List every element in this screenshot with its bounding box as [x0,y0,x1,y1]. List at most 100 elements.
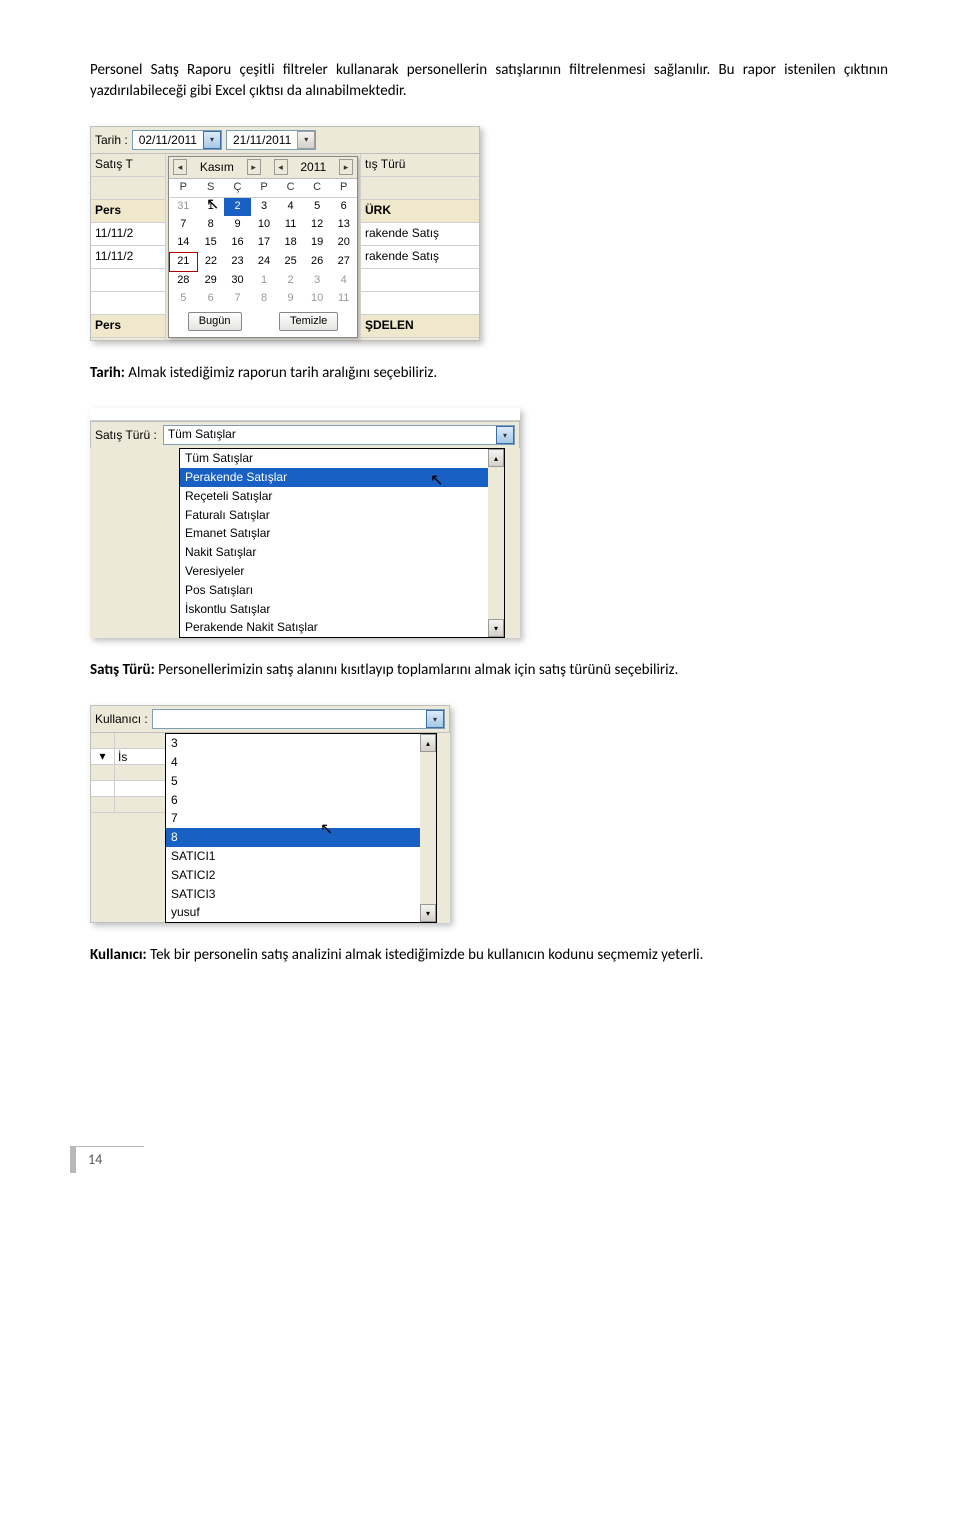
list-item[interactable]: yusuf [166,903,436,922]
scroll-up-icon[interactable]: ▴ [420,734,436,752]
day[interactable]: 15 [197,234,224,253]
day[interactable]: 7 [170,216,198,234]
list-item-selected[interactable]: 8 [166,828,436,847]
list-item[interactable]: Reçeteli Satışlar [180,487,504,506]
list-item[interactable]: SATICI2 [166,866,436,885]
list-item[interactable]: SATICI3 [166,885,436,904]
day[interactable]: 31 [170,197,198,216]
next-year-icon[interactable]: ▸ [339,159,353,175]
day[interactable]: 5 [304,197,331,216]
list-item[interactable]: İskontlu Satışlar [180,600,504,619]
list-item[interactable]: Perakende Nakit Satışlar [180,618,504,637]
list-item[interactable]: 7 [166,809,436,828]
day[interactable]: 13 [330,216,357,234]
list-item[interactable]: Faturalı Satışlar [180,506,504,525]
day[interactable]: 8 [251,290,278,308]
date-to-input[interactable]: 21/11/2011 ▾ [226,130,316,150]
day[interactable]: 6 [330,197,357,216]
list-item[interactable]: Nakit Satışlar [180,543,504,562]
day[interactable]: 22 [197,252,224,271]
day[interactable]: 4 [330,271,357,290]
day[interactable]: 12 [304,216,331,234]
scrollbar[interactable]: ▴ ▾ [420,734,436,922]
date-from-value: 02/11/2011 [133,132,203,149]
date-from-input[interactable]: 02/11/2011 ▾ [132,130,222,150]
scroll-down-icon[interactable]: ▾ [488,619,504,637]
day[interactable]: 27 [330,252,357,271]
day[interactable]: 6 [197,290,224,308]
day[interactable]: 4 [277,197,304,216]
combo-dropdown-icon[interactable]: ▾ [426,710,444,728]
right-cell: ŞDELEN [361,315,479,338]
calendar-popup[interactable]: ◂ Kasım ▸ ◂ 2011 ▸ P S Ç P C C P [168,156,358,338]
is-label: İs [115,749,165,765]
day[interactable]: 30 [224,271,251,290]
satis-turu-dropdown-list[interactable]: Tüm Satışlar Perakende Satışlar Reçeteli… [179,448,505,638]
scrollbar[interactable]: ▴ ▾ [488,449,504,637]
day-today[interactable]: 21 [170,252,198,271]
list-item[interactable]: 5 [166,772,436,791]
right-cell: ÜRK [361,200,479,223]
day[interactable]: 3 [251,197,278,216]
scroll-track[interactable] [488,467,504,619]
satis-turu-combo[interactable]: Tüm Satışlar ▾ [163,425,515,445]
scroll-track[interactable] [420,752,436,904]
today-button[interactable]: Bugün [188,312,242,331]
list-item[interactable]: 4 [166,753,436,772]
day[interactable]: 26 [304,252,331,271]
list-item-selected[interactable]: Perakende Satışlar [180,468,504,487]
list-item[interactable]: Pos Satışları [180,581,504,600]
kullanici-dropdown-list[interactable]: 3 4 5 6 7 8 SATICI1 SATICI2 SATICI3 yusu… [165,733,437,923]
prev-year-icon[interactable]: ◂ [274,159,288,175]
dow: P [170,179,198,198]
row-dropdown-icon[interactable]: ▾ [91,749,115,765]
day[interactable]: 25 [277,252,304,271]
list-item[interactable]: Tüm Satışlar [180,449,504,468]
day[interactable]: 17 [251,234,278,253]
day[interactable]: 2 [277,271,304,290]
day[interactable]: 23 [224,252,251,271]
day[interactable]: 9 [224,216,251,234]
day[interactable]: 11 [277,216,304,234]
day[interactable]: 14 [170,234,198,253]
day[interactable]: 3 [304,271,331,290]
scroll-up-icon[interactable]: ▴ [488,449,504,467]
left-cell: Pers [91,200,165,223]
next-month-icon[interactable]: ▸ [247,159,261,175]
dow: Ç [224,179,251,198]
prev-month-icon[interactable]: ◂ [173,159,187,175]
day[interactable]: 29 [197,271,224,290]
day[interactable]: 11 [330,290,357,308]
day[interactable]: 24 [251,252,278,271]
date-from-dropdown-icon[interactable]: ▾ [203,131,221,149]
day[interactable]: 20 [330,234,357,253]
day[interactable]: 10 [251,216,278,234]
list-item[interactable]: Emanet Satışlar [180,524,504,543]
list-item[interactable]: 3 [166,734,436,753]
day[interactable]: 5 [170,290,198,308]
page-number: 14 [70,1146,144,1173]
date-to-dropdown-icon[interactable]: ▾ [297,131,315,149]
day[interactable]: 8 [197,216,224,234]
day[interactable]: 9 [277,290,304,308]
day[interactable]: 7 [224,290,251,308]
kullanici-heading: Kullanıcı: [90,946,147,964]
day[interactable]: 19 [304,234,331,253]
day[interactable]: 10 [304,290,331,308]
list-item[interactable]: SATICI1 [166,847,436,866]
day[interactable]: 28 [170,271,198,290]
combo-dropdown-icon[interactable]: ▾ [496,426,514,444]
day[interactable]: 16 [224,234,251,253]
day[interactable]: 18 [277,234,304,253]
kullanici-paragraph: Kullanıcı: Tek bir personelin satış anal… [90,945,888,966]
kullanici-combo[interactable]: ▾ [152,709,445,729]
dow: P [251,179,278,198]
day[interactable]: 1 [251,271,278,290]
list-item[interactable]: Veresiyeler [180,562,504,581]
calendar-grid[interactable]: P S Ç P C C P 31 1 2 3 4 5 [169,179,357,308]
clear-button[interactable]: Temizle [279,312,338,331]
scroll-down-icon[interactable]: ▾ [420,904,436,922]
list-item[interactable]: 6 [166,791,436,810]
day-selected[interactable]: 2 [224,197,251,216]
day[interactable]: 1 [197,197,224,216]
